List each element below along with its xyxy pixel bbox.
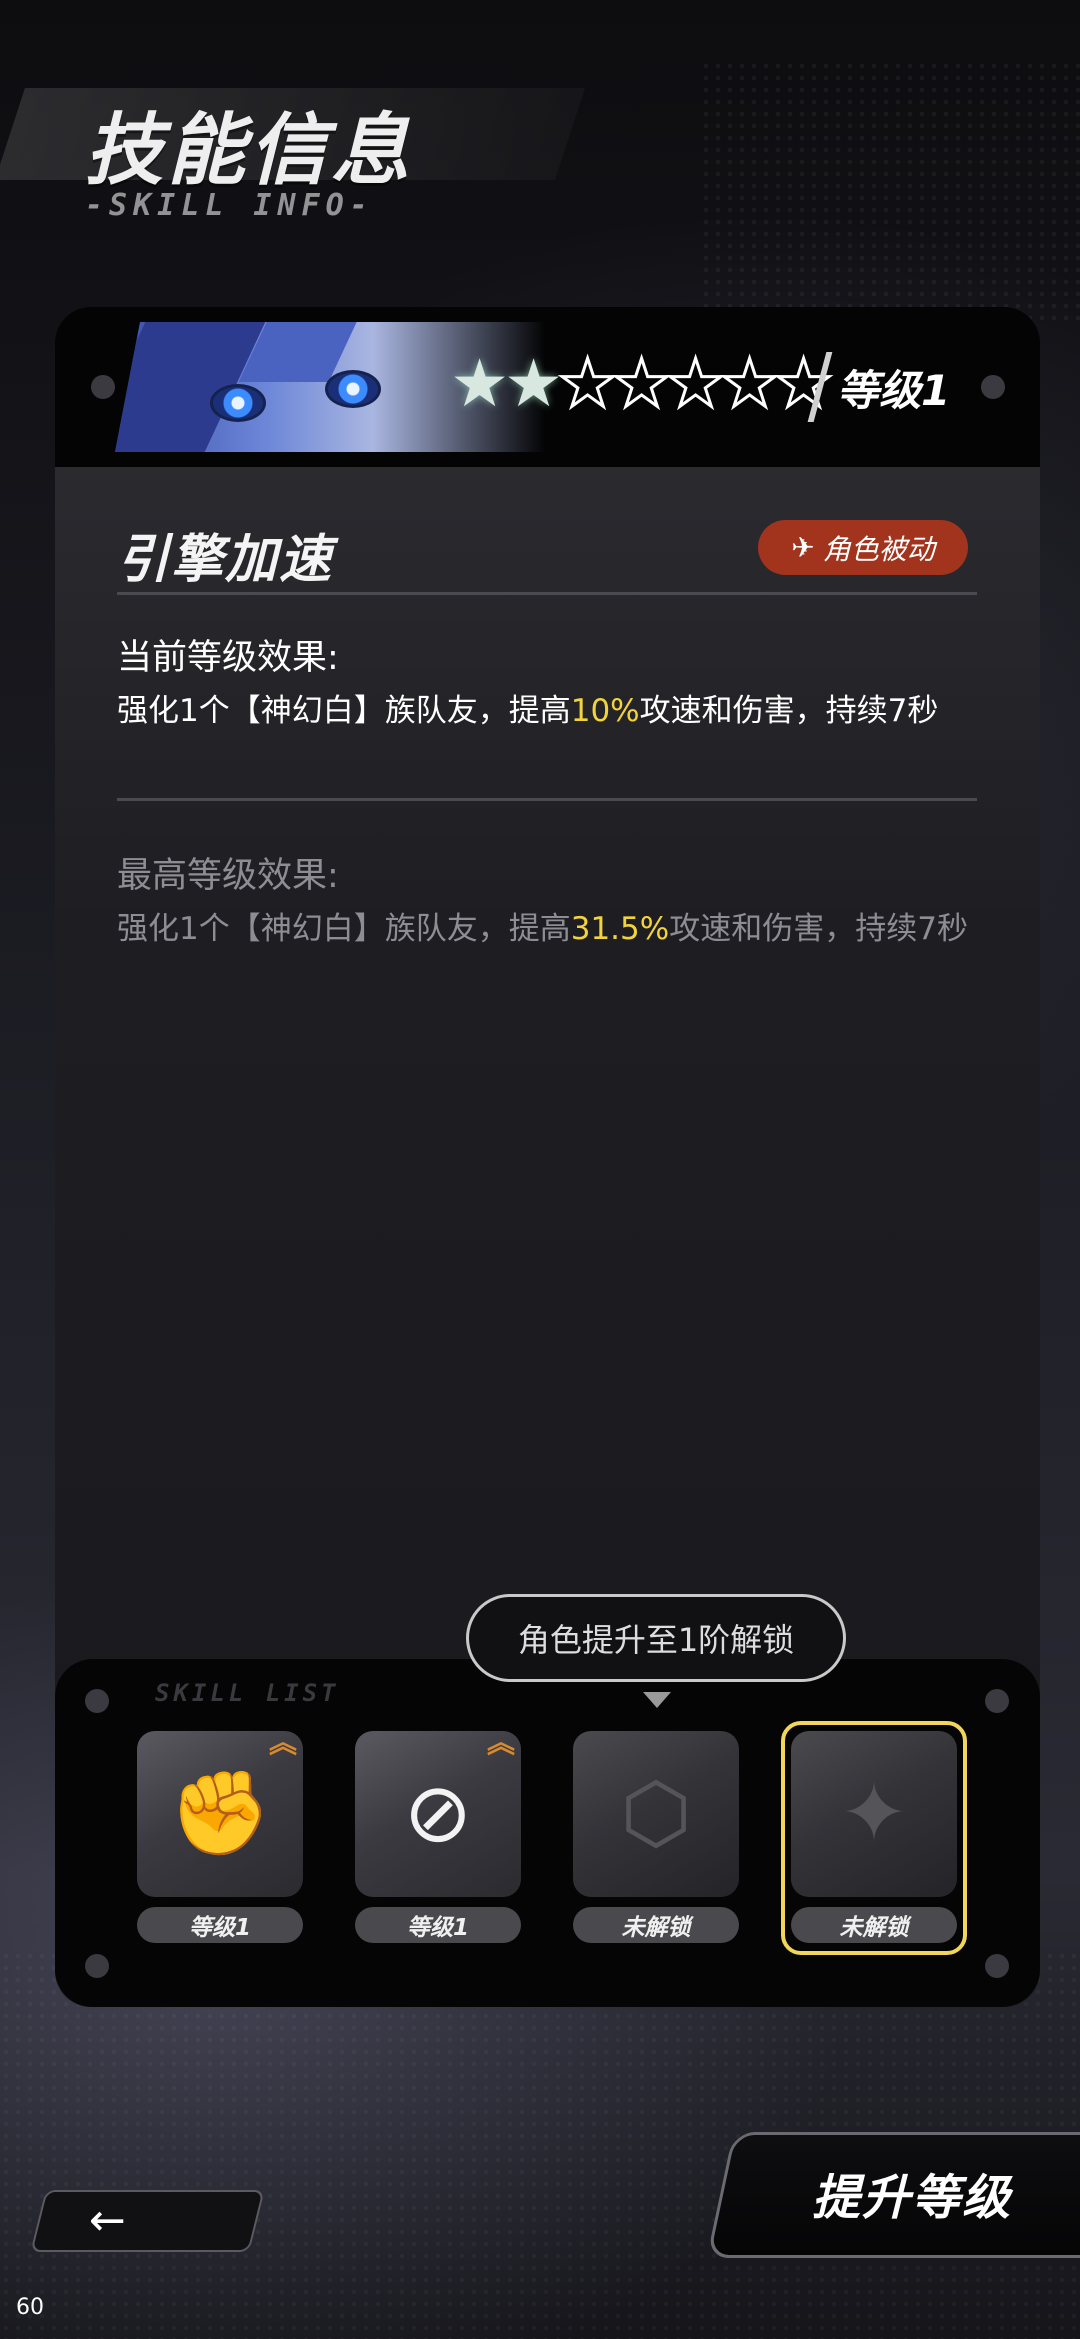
upgrade-available-icon: ︽ bbox=[486, 1726, 515, 1759]
skill-slot-selected[interactable]: ✦ 未解锁 bbox=[781, 1721, 967, 1955]
star-empty-icon: ★ bbox=[557, 345, 619, 422]
plane-icon: ✈ bbox=[791, 531, 815, 564]
skill-status: 等级1 bbox=[137, 1907, 303, 1943]
crosshair-blade-icon: ⊘ bbox=[403, 1766, 473, 1861]
arrow-left-icon: ← bbox=[89, 2195, 126, 2246]
fist-icon: ✊ bbox=[168, 1766, 272, 1861]
rivet-decoration bbox=[985, 1954, 1009, 1978]
skill-tile[interactable]: ⬡ bbox=[573, 1731, 739, 1897]
star-filled-icon: ★ bbox=[450, 345, 510, 422]
upgrade-available-icon: ︽ bbox=[268, 1726, 297, 1759]
page-title: 技能信息 bbox=[85, 106, 414, 196]
skill-status: 未解锁 bbox=[573, 1907, 739, 1943]
divider bbox=[117, 592, 977, 595]
fps-counter: 60 bbox=[16, 2295, 44, 2320]
max-effect-title: 最高等级效果: bbox=[117, 856, 339, 896]
tooltip-pointer bbox=[643, 1692, 671, 1708]
skill-type-label: 角色被动 bbox=[822, 532, 935, 566]
card-header: ★ ★ ★ ★ ★ ★ ★ 等级1 bbox=[55, 307, 1040, 467]
skill-info-screen: 技能信息 -SKILL INFO- ★ ★ ★ ★ ★ ★ ★ 等级1 引擎加速 ✈ 角色被… bbox=[0, 0, 1080, 2339]
page-subtitle: -SKILL INFO- bbox=[85, 188, 374, 223]
unlock-tooltip: 角色提升至1阶解锁 bbox=[466, 1594, 846, 1682]
star-filled-icon: ★ bbox=[504, 345, 564, 422]
rivet-decoration bbox=[985, 1689, 1009, 1713]
skill-slot[interactable]: ︽ ✊ 等级1 bbox=[137, 1726, 303, 1943]
cube-emblem-icon: ⬡ bbox=[620, 1766, 692, 1861]
skill-list-panel: SKILL LIST ︽ ✊ 等级1 ︽ ⊘ 等级1 ⬡ 未解锁 ✦ 未解锁 bbox=[55, 1659, 1040, 2007]
compass-star-icon: ✦ bbox=[839, 1766, 909, 1861]
current-effect-value: 10% bbox=[570, 693, 640, 729]
rivet-decoration bbox=[91, 375, 115, 399]
skill-status: 等级1 bbox=[355, 1907, 521, 1943]
star-empty-icon: ★ bbox=[719, 345, 781, 422]
skill-tile[interactable]: ✦ bbox=[791, 1731, 957, 1897]
back-button[interactable]: ← bbox=[30, 2190, 265, 2252]
current-effect-title: 当前等级效果: bbox=[117, 638, 339, 678]
rivet-decoration bbox=[85, 1954, 109, 1978]
rivet-decoration bbox=[85, 1689, 109, 1713]
max-effect-text: 强化1个【神幻白】族队友，提高31.5%攻速和伤害，持续7秒 bbox=[117, 911, 968, 947]
skill-level: 等级1 bbox=[837, 366, 951, 415]
rivet-decoration bbox=[981, 375, 1005, 399]
upgrade-button-label[interactable]: 提升等级 bbox=[812, 2158, 1012, 2228]
halftone-decoration bbox=[700, 60, 1080, 320]
skill-type-badge: ✈ 角色被动 bbox=[758, 520, 968, 575]
skill-tile[interactable]: ︽ ✊ bbox=[137, 1726, 303, 1897]
star-empty-icon: ★ bbox=[611, 345, 673, 422]
max-effect-value: 31.5% bbox=[570, 911, 670, 947]
skill-name: 引擎加速 bbox=[117, 530, 334, 590]
star-rating: ★ ★ ★ ★ ★ ★ ★ bbox=[450, 345, 835, 422]
skill-list-label: SKILL LIST bbox=[155, 1679, 340, 1707]
divider bbox=[117, 798, 977, 801]
skill-tile[interactable]: ︽ ⊘ bbox=[355, 1726, 521, 1897]
star-empty-icon: ★ bbox=[665, 345, 727, 422]
current-effect-text: 强化1个【神幻白】族队友，提高10%攻速和伤害，持续7秒 bbox=[117, 693, 939, 729]
skill-slot[interactable]: ⬡ 未解锁 bbox=[573, 1731, 739, 1943]
skill-slot[interactable]: ︽ ⊘ 等级1 bbox=[355, 1726, 521, 1943]
